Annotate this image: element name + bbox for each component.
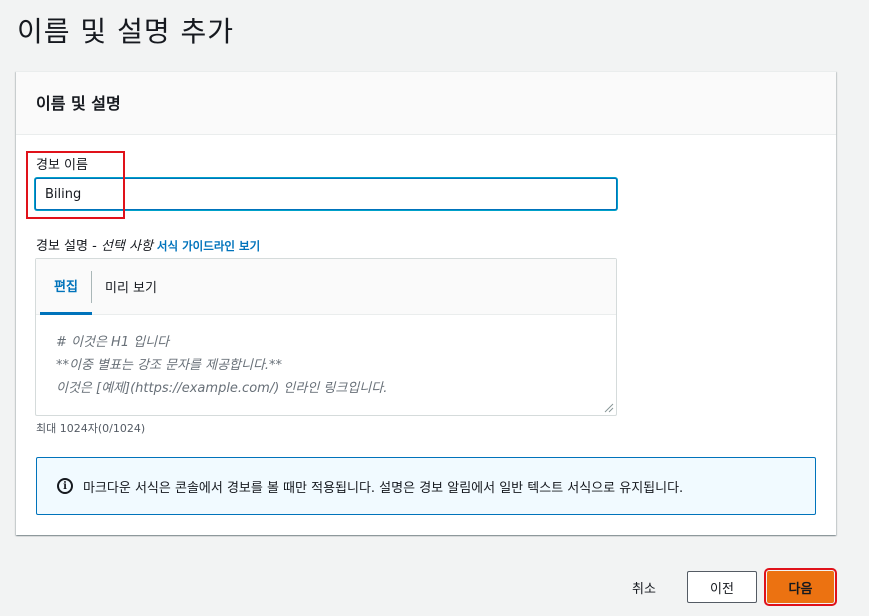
description-textarea[interactable]: # 이것은 H1 입니다 **이중 별표는 강조 문자를 제공합니다.** 이것… xyxy=(36,315,616,416)
editor-tabs: 편집 미리 보기 xyxy=(36,259,616,315)
next-button[interactable]: 다음 xyxy=(764,568,837,606)
name-description-panel: 이름 및 설명 경보 이름 경보 설명 - 선택 사항 서식 가이드라인 보기 편… xyxy=(16,71,836,535)
cancel-button[interactable]: 취소 xyxy=(612,571,676,603)
panel-header: 이름 및 설명 xyxy=(16,72,836,135)
tab-edit[interactable]: 편집 xyxy=(40,259,92,315)
optional-text: 선택 사항 xyxy=(100,239,153,254)
alarm-description-label: 경보 설명 - 선택 사항 서식 가이드라인 보기 xyxy=(36,235,260,254)
placeholder-line: **이중 별표는 강조 문자를 제공합니다.** xyxy=(56,358,283,373)
info-icon: i xyxy=(57,478,73,494)
formatting-guidelines-link[interactable]: 서식 가이드라인 보기 xyxy=(157,239,260,253)
character-count: 최대 1024자(0/1024) xyxy=(36,422,146,435)
alarm-name-label: 경보 이름 xyxy=(36,158,88,173)
placeholder-line: 이것은 [예제](https://example.com/) 인라인 링크입니다… xyxy=(56,381,388,396)
panel-title: 이름 및 설명 xyxy=(36,94,121,113)
alarm-name-input[interactable] xyxy=(35,178,617,210)
page-title: 이름 및 설명 추가 xyxy=(17,15,235,48)
info-text: 마크다운 서식은 콘솔에서 경보를 볼 때만 적용됩니다. 설명은 경보 알림에… xyxy=(83,480,684,496)
resize-handle-icon[interactable] xyxy=(604,403,614,413)
description-editor: 편집 미리 보기 # 이것은 H1 입니다 **이중 별표는 강조 문자를 제공… xyxy=(35,258,617,416)
previous-button[interactable]: 이전 xyxy=(687,571,757,603)
tab-preview[interactable]: 미리 보기 xyxy=(105,259,157,314)
placeholder-line: # 이것은 H1 입니다 xyxy=(56,335,170,350)
tab-divider xyxy=(91,271,92,303)
alarm-description-label-text: 경보 설명 - xyxy=(36,239,101,254)
info-alert: i 마크다운 서식은 콘솔에서 경보를 볼 때만 적용됩니다. 설명은 경보 알… xyxy=(36,457,816,515)
